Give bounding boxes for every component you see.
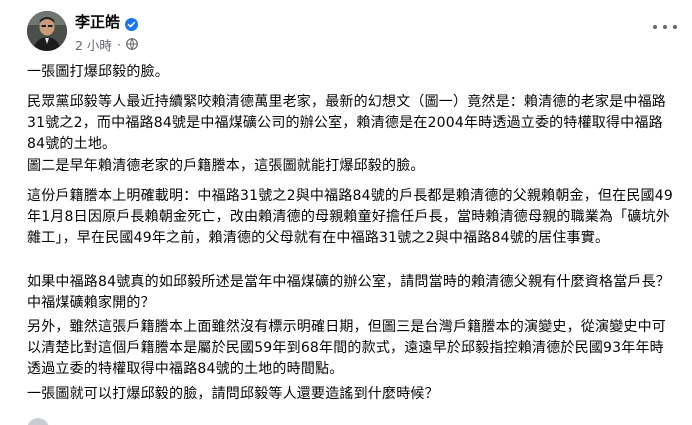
more-options-button[interactable] [653, 19, 677, 35]
author-row: 李正皓 [75, 12, 139, 32]
verified-badge-icon [125, 16, 139, 31]
meta-separator: · [116, 36, 121, 52]
post-paragraph: 這份戶籍謄本上明確載明：中福路31號之2與中福路84號的戶長都是賴清德的父親賴朝… [27, 188, 673, 246]
post-card: 李正皓 2 小時 · 一張圖打爆邱毅的臉。 民眾黨邱毅等人最近持續緊咬賴清德萬里… [0, 0, 692, 425]
globe-icon[interactable] [126, 38, 138, 50]
post-meta: 2 小時 · [75, 35, 138, 54]
post-timestamp[interactable]: 2 小時 [75, 35, 112, 54]
post-paragraph: 如果中福路84號真的如邱毅所述是當年中福煤礦的辦公室，請問當時的賴清德父親有什麼… [27, 274, 671, 311]
more-dot-icon [663, 25, 667, 29]
post-paragraph: 一張圖就可以打爆邱毅的臉，請問邱毅等人還要造謠到什麼時候？ [27, 386, 439, 402]
author-name[interactable]: 李正皓 [75, 12, 120, 32]
post-paragraph: 民眾黨邱毅等人最近持續緊咬賴清德萬里老家，最新的幻想文（圖一）竟然是：賴清德的老… [27, 94, 666, 152]
more-dot-icon [673, 25, 677, 29]
next-content-peek [27, 418, 677, 425]
more-dot-icon [653, 25, 657, 29]
post-paragraph: 另外，雖然這張戶籍謄本上面雖然沒有標示明確日期，但圖三是台灣戶籍謄本的演變史，從… [27, 319, 666, 377]
avatar-photo [27, 11, 67, 51]
post-paragraph: 一張圖打爆邱毅的臉。 [27, 64, 169, 80]
post-header: 李正皓 2 小時 · [27, 11, 677, 57]
peek-avatar [27, 418, 49, 425]
author-avatar[interactable] [27, 11, 67, 51]
post-paragraph: 圖二是早年賴清德老家的戶籍謄本，這張圖就能打爆邱毅的臉。 [27, 158, 425, 174]
